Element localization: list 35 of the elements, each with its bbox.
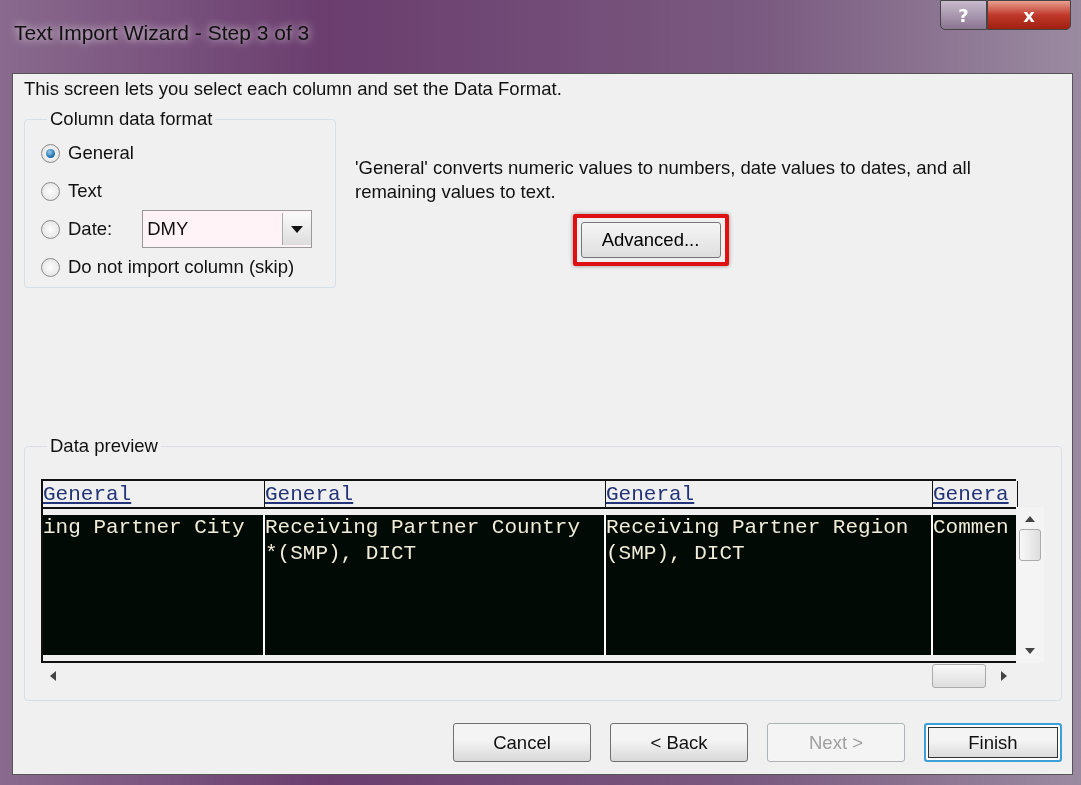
window-title: Text Import Wizard - Step 3 of 3 — [14, 21, 310, 45]
scroll-right-icon[interactable] — [1000, 670, 1008, 682]
wizard-button[interactable]: Cancel — [453, 723, 591, 762]
wizard-button[interactable]: Finish — [924, 723, 1062, 762]
radio-button[interactable] — [41, 143, 60, 163]
instruction-text: This screen lets you select each column and set the Data Format. — [24, 78, 563, 100]
group-legend: Column data format — [47, 108, 216, 130]
preview-cell: Receiving Partner Region (SMP), DICT — [606, 515, 933, 655]
format-description: 'General' converts numeric values to numbers, date values to dates, and all remaining values to text. — [355, 156, 972, 204]
date-format-dropdown[interactable]: DMY — [142, 210, 313, 248]
dropdown-arrow-icon — [291, 225, 304, 233]
vertical-scrollbar[interactable] — [1016, 507, 1044, 663]
preview-cell: ing Partner City — [43, 515, 265, 655]
scroll-left-icon[interactable] — [49, 670, 57, 682]
preview-cell: Receiving Partner Country *(SMP), DICT — [265, 515, 606, 655]
close-button[interactable]: x — [987, 0, 1071, 30]
preview-cell: Commen — [933, 515, 1018, 655]
column-header[interactable]: Genera — [933, 481, 1018, 509]
radio-label: Do not import column (skip) — [68, 256, 295, 278]
column-header[interactable]: General — [43, 481, 265, 509]
radio-button[interactable] — [41, 257, 60, 277]
radio-button[interactable] — [41, 219, 60, 239]
wizard-button[interactable]: < Back — [610, 723, 748, 762]
group-legend: Data preview — [47, 435, 161, 457]
scroll-thumb[interactable] — [1019, 529, 1041, 561]
radio-label: Date: — [68, 218, 113, 240]
scroll-down-icon[interactable] — [1024, 647, 1036, 655]
column-header[interactable]: General — [265, 481, 606, 509]
advanced-button[interactable]: Advanced... — [580, 222, 721, 258]
radio-label: Text — [68, 180, 102, 202]
radio-button[interactable] — [41, 181, 60, 201]
column-header[interactable]: General — [606, 481, 933, 509]
scroll-up-icon[interactable] — [1024, 515, 1036, 523]
scroll-thumb[interactable] — [932, 664, 986, 688]
radio-label: General — [68, 142, 134, 164]
